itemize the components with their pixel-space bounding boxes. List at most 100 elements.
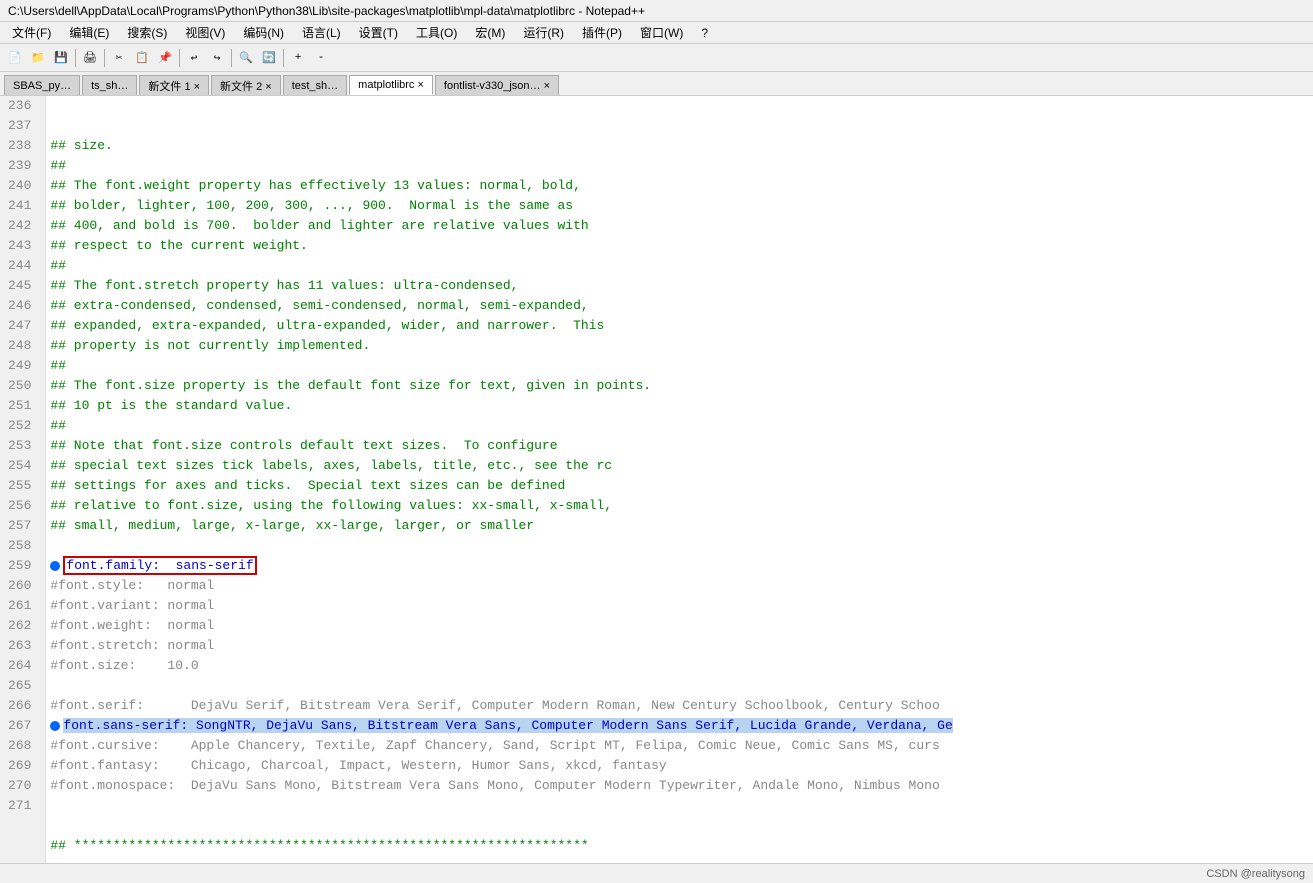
tab-5[interactable]: matplotlibrc × [349, 75, 433, 95]
code-line: #font.size: 10.0 [50, 656, 1309, 676]
toolbar-new[interactable]: 📄 [4, 47, 26, 69]
line-number: 270 [8, 776, 37, 796]
code-line: ## [50, 256, 1309, 276]
toolbar-zoom-in[interactable]: + [287, 47, 309, 69]
toolbar-separator-5 [283, 49, 284, 67]
menu-item[interactable]: 文件(F) [4, 22, 59, 43]
code-line: #font.variant: normal [50, 596, 1309, 616]
toolbar-separator-3 [179, 49, 180, 67]
blue-highlight: font.sans-serif: SongNTR, DejaVu Sans, B… [63, 718, 952, 733]
toolbar-find[interactable]: 🔍 [235, 47, 257, 69]
tab-label: test_sh… [292, 80, 338, 92]
bookmark-dot [50, 561, 60, 571]
toolbar-save[interactable]: 💾 [50, 47, 72, 69]
code-line: ## special text sizes tick labels, axes,… [50, 456, 1309, 476]
menu-item[interactable]: 语言(L) [294, 22, 349, 43]
code-line: ## [50, 356, 1309, 376]
tab-0[interactable]: SBAS_py… [4, 75, 80, 95]
toolbar-cut[interactable]: ✂ [108, 47, 130, 69]
menu-item[interactable]: 宏(M) [467, 22, 513, 43]
code-line: #font.style: normal [50, 576, 1309, 596]
line-number: 269 [8, 756, 37, 776]
line-number: 261 [8, 596, 37, 616]
tab-label: SBAS_py… [13, 80, 71, 92]
line-number: 246 [8, 296, 37, 316]
line-number: 259 [8, 556, 37, 576]
line-number: 263 [8, 636, 37, 656]
tab-2[interactable]: 新文件 1 × [139, 75, 209, 95]
code-line: #font.serif: DejaVu Serif, Bitstream Ver… [50, 696, 1309, 716]
tab-bar: SBAS_py… ts_sh… 新文件 1 × 新文件 2 × test_sh… matp… [0, 72, 1313, 96]
tab-4[interactable]: test_sh… [283, 75, 347, 95]
tab-label: 新文件 2 × [220, 78, 272, 94]
code-line [50, 676, 1309, 696]
menu-item[interactable]: 运行(R) [515, 22, 572, 43]
code-line: ## property is not currently implemented… [50, 336, 1309, 356]
line-numbers: 2362372382392402412422432442452462472482… [0, 96, 46, 863]
menu-item[interactable]: 编辑(E) [61, 22, 117, 43]
code-area[interactable]: ## size.#### The font.weight property ha… [46, 96, 1313, 863]
toolbar: 📄 📁 💾 🖨 ✂ 📋 📌 ↩ ↪ 🔍 🔄 + - [0, 44, 1313, 72]
line-number: 255 [8, 476, 37, 496]
toolbar-separator-2 [104, 49, 105, 67]
line-number: 267 [8, 716, 37, 736]
tab-1[interactable]: ts_sh… [82, 75, 137, 95]
tab-label: ts_sh… [91, 80, 128, 92]
tab-label: 新文件 1 × [148, 78, 200, 94]
toolbar-redo[interactable]: ↪ [206, 47, 228, 69]
toolbar-separator-1 [75, 49, 76, 67]
tab-label: fontlist-v330_json… × [444, 80, 550, 92]
code-line: ## 400, and bold is 700. bolder and ligh… [50, 216, 1309, 236]
code-line [50, 816, 1309, 836]
line-number: 241 [8, 196, 37, 216]
menu-item[interactable]: 窗口(W) [632, 22, 691, 43]
toolbar-zoom-out[interactable]: - [310, 47, 332, 69]
code-line: ## relative to font.size, using the foll… [50, 496, 1309, 516]
menu-item[interactable]: 工具(O) [408, 22, 465, 43]
tab-3[interactable]: 新文件 2 × [211, 75, 281, 95]
line-number: 266 [8, 696, 37, 716]
line-number: 260 [8, 576, 37, 596]
title-bar: C:\Users\dell\AppData\Local\Programs\Pyt… [0, 0, 1313, 22]
toolbar-print[interactable]: 🖨 [79, 47, 101, 69]
code-line: ## respect to the current weight. [50, 236, 1309, 256]
code-line [50, 536, 1309, 556]
tab-6[interactable]: fontlist-v330_json… × [435, 75, 559, 95]
line-number: 238 [8, 136, 37, 156]
toolbar-replace[interactable]: 🔄 [258, 47, 280, 69]
toolbar-undo[interactable]: ↩ [183, 47, 205, 69]
line-number: 256 [8, 496, 37, 516]
line-number: 243 [8, 236, 37, 256]
line-number: 240 [8, 176, 37, 196]
menu-item[interactable]: 编码(N) [235, 22, 292, 43]
code-line: ## 10 pt is the standard value. [50, 396, 1309, 416]
menu-bar: 文件(F)编辑(E)搜索(S)视图(V)编码(N)语言(L)设置(T)工具(O)… [0, 22, 1313, 44]
line-number: 242 [8, 216, 37, 236]
menu-item[interactable]: 搜索(S) [119, 22, 175, 43]
line-number: 264 [8, 656, 37, 676]
code-line: ## The font.stretch property has 11 valu… [50, 276, 1309, 296]
line-number: 265 [8, 676, 37, 696]
line-number: 252 [8, 416, 37, 436]
toolbar-separator-4 [231, 49, 232, 67]
menu-item[interactable]: 视图(V) [177, 22, 233, 43]
line-number: 254 [8, 456, 37, 476]
line-number: 236 [8, 96, 37, 116]
toolbar-copy[interactable]: 📋 [131, 47, 153, 69]
code-line: ## expanded, extra-expanded, ultra-expan… [50, 316, 1309, 336]
line-number: 262 [8, 616, 37, 636]
menu-item[interactable]: ? [693, 24, 716, 42]
code-line: ## small, medium, large, x-large, xx-lar… [50, 516, 1309, 536]
menu-item[interactable]: 设置(T) [351, 22, 406, 43]
line-number: 271 [8, 796, 37, 816]
code-line [50, 796, 1309, 816]
line-number: 245 [8, 276, 37, 296]
menu-item[interactable]: 插件(P) [574, 22, 630, 43]
bookmark-dot [50, 721, 60, 731]
toolbar-paste[interactable]: 📌 [154, 47, 176, 69]
code-line: #font.fantasy: Chicago, Charcoal, Impact… [50, 756, 1309, 776]
tab-label: matplotlibrc × [358, 79, 424, 91]
toolbar-open[interactable]: 📁 [27, 47, 49, 69]
code-line: ## [50, 416, 1309, 436]
line-number: 250 [8, 376, 37, 396]
